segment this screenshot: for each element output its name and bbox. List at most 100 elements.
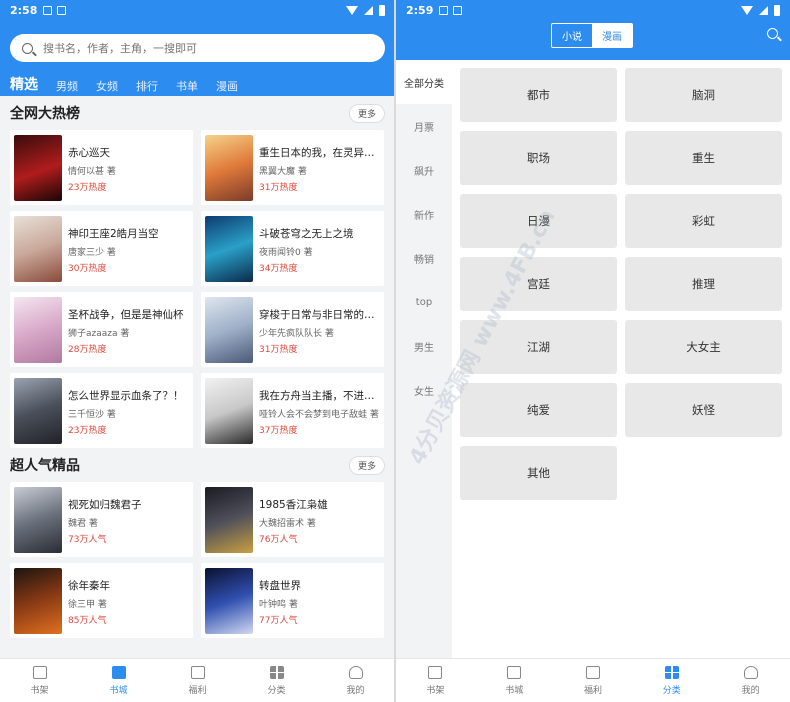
search-input[interactable] <box>43 41 343 55</box>
more-button[interactable]: 更多 <box>348 103 385 123</box>
book-card[interactable]: 1985香江枭雄 大魏招雷术 著 76万人气 <box>201 482 384 557</box>
book-cover <box>205 216 253 282</box>
book-card[interactable]: 圣杯战争，但是是神仙杯 狮子azaaza 著 28万热度 <box>10 292 193 367</box>
segment-comics[interactable]: 漫画 <box>592 24 632 47</box>
tag-button[interactable]: 脑洞 <box>625 68 782 122</box>
book-author: 狮子azaaza 著 <box>68 329 130 339</box>
tag-button[interactable]: 大女主 <box>625 320 782 374</box>
book-cover <box>14 568 62 634</box>
book-title: 徐年秦年 <box>68 580 110 592</box>
tag-button[interactable]: 职场 <box>460 131 617 185</box>
book-title: 视死如归魏君子 <box>68 499 142 511</box>
tag-button[interactable]: 推理 <box>625 257 782 311</box>
book-cover <box>205 378 253 444</box>
nav-welfare[interactable]: 福利 <box>158 659 237 702</box>
nav-label: 分类 <box>267 685 286 696</box>
section-title: 全网大热榜 <box>10 106 80 122</box>
sidebar-item-male[interactable]: 男生 <box>396 324 452 368</box>
book-author: 黑翼大魔 著 <box>259 167 307 177</box>
book-title: 穿梭于日常与非日常的褪... <box>259 309 380 321</box>
book-heat: 34万热度 <box>259 264 298 274</box>
book-card[interactable]: 神印王座2皓月当空 唐家三少 著 30万热度 <box>10 211 193 286</box>
tag-button[interactable]: 纯爱 <box>460 383 617 437</box>
sidebar-item-all[interactable]: 全部分类 <box>396 60 452 104</box>
book-title: 重生日本的我，在灵异剧... <box>259 147 380 159</box>
search-icon <box>22 42 33 54</box>
person-icon <box>743 665 758 679</box>
nav-bookshelf[interactable]: 书架 <box>396 659 475 702</box>
book-heat: 23万热度 <box>68 183 107 193</box>
book-author: 叶钟鸣 著 <box>259 600 298 610</box>
book-title: 转盘世界 <box>259 580 301 592</box>
book-cover <box>14 135 62 201</box>
sidebar-item-rising[interactable]: 飙升 <box>396 148 452 192</box>
book-cover <box>14 487 62 553</box>
tab-featured[interactable]: 精选 <box>10 74 38 94</box>
more-button[interactable]: 更多 <box>348 455 385 475</box>
book-card[interactable]: 视死如归魏君子 魏君 著 73万人气 <box>10 482 193 557</box>
gift-icon <box>585 665 600 679</box>
book-title: 神印王座2皓月当空 <box>68 228 159 240</box>
nav-label: 书架 <box>30 685 49 696</box>
book-title: 1985香江枭雄 <box>259 499 328 511</box>
book-heat: 31万热度 <box>259 345 298 355</box>
tab-booklist[interactable]: 书单 <box>176 78 198 94</box>
book-heat: 28万热度 <box>68 345 107 355</box>
tag-button[interactable]: 妖怪 <box>625 383 782 437</box>
bottom-nav: 书架 书城 福利 分类 我的 <box>0 658 395 702</box>
nav-category[interactable]: 分类 <box>632 659 711 702</box>
book-author: 大魏招雷术 著 <box>259 519 316 529</box>
nav-profile[interactable]: 我的 <box>711 659 790 702</box>
nav-bookshelf[interactable]: 书架 <box>0 659 79 702</box>
book-card[interactable]: 我在方舟当主播，不进局... 哑铃人会不会梦到电子敌蛙 著 37万热度 <box>201 373 384 448</box>
book-title: 赤心巡天 <box>68 147 110 159</box>
bookshelf-icon <box>428 665 443 679</box>
sidebar-item-top[interactable]: top <box>396 280 452 324</box>
book-title: 怎么世界显示血条了？！ <box>68 390 184 402</box>
battery-icon <box>774 4 780 16</box>
book-cover <box>205 297 253 363</box>
tab-comics[interactable]: 漫画 <box>216 78 238 94</box>
book-cover <box>14 216 62 282</box>
nav-profile[interactable]: 我的 <box>316 659 395 702</box>
book-author: 哑铃人会不会梦到电子敌蛙 著 <box>259 410 379 420</box>
nav-label: 我的 <box>346 685 365 696</box>
tag-button[interactable]: 都市 <box>460 68 617 122</box>
search-icon[interactable] <box>767 28 778 39</box>
book-card[interactable]: 赤心巡天情何以甚 著 23万热度 <box>10 130 193 205</box>
nav-category[interactable]: 分类 <box>237 659 316 702</box>
book-card[interactable]: 转盘世界 叶钟鸣 著 77万人气 <box>201 563 384 638</box>
tab-ranking[interactable]: 排行 <box>136 78 158 94</box>
tag-button[interactable]: 重生 <box>625 131 782 185</box>
book-author: 唐家三少 著 <box>68 248 116 258</box>
book-cover <box>14 297 62 363</box>
nav-welfare[interactable]: 福利 <box>554 659 633 702</box>
book-card[interactable]: 重生日本的我，在灵异剧... 黑翼大魔 著 31万热度 <box>201 130 384 205</box>
tag-button[interactable]: 彩虹 <box>625 194 782 248</box>
tag-grid: 都市 脑洞 职场 重生 日漫 彩虹 宫廷 推理 江湖 大女主 纯爱 妖怪 其他 <box>452 60 790 658</box>
book-heat: 23万热度 <box>68 426 107 436</box>
book-card[interactable]: 怎么世界显示血条了？！ 三千恒沙 著 23万热度 <box>10 373 193 448</box>
search-bar[interactable] <box>10 34 385 62</box>
book-heat: 73万人气 <box>68 535 107 545</box>
book-card[interactable]: 徐年秦年 徐三甲 著 85万人气 <box>10 563 193 638</box>
segment-novel[interactable]: 小说 <box>552 24 592 47</box>
book-author: 情何以甚 著 <box>68 167 116 177</box>
nav-bookstore[interactable]: 书城 <box>475 659 554 702</box>
sidebar-item-new[interactable]: 新作 <box>396 192 452 236</box>
book-title: 我在方舟当主播，不进局... <box>259 390 380 402</box>
book-card[interactable]: 穿梭于日常与非日常的褪... 少年先疯队队长 著 31万热度 <box>201 292 384 367</box>
sidebar-item-monthly[interactable]: 月票 <box>396 104 452 148</box>
book-card[interactable]: 斗破苍穹之无上之境 夜雨闻铃0 著 34万热度 <box>201 211 384 286</box>
wifi-icon <box>346 5 358 15</box>
nav-bookstore[interactable]: 书城 <box>79 659 158 702</box>
sidebar-item-bestseller[interactable]: 畅销 <box>396 236 452 280</box>
book-title: 斗破苍穹之无上之境 <box>259 228 354 240</box>
notification-icon <box>439 5 449 15</box>
tag-button[interactable]: 其他 <box>460 446 617 500</box>
tab-female[interactable]: 女频 <box>96 78 118 94</box>
tab-male[interactable]: 男频 <box>56 78 78 94</box>
book-cover <box>205 568 253 634</box>
notification-icon <box>57 5 67 15</box>
book-cover <box>205 487 253 553</box>
